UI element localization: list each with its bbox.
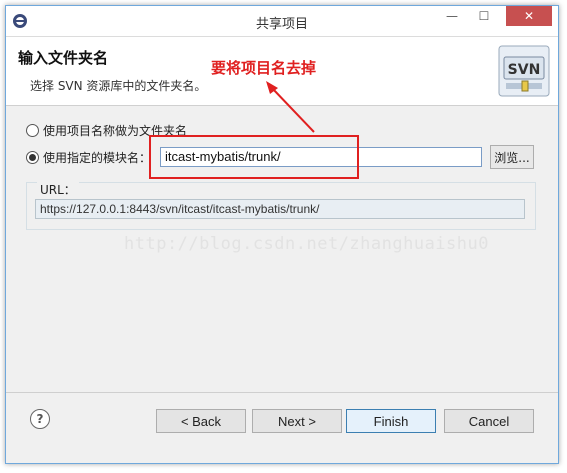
close-button[interactable]: ✕ — [506, 6, 552, 26]
svn-logo-icon: SVN — [498, 45, 550, 97]
url-label: URL： — [37, 181, 79, 198]
page-title: 输入文件夹名 — [18, 49, 109, 67]
wizard-header: 输入文件夹名 选择 SVN 资源库中的文件夹名。 要将项目名去掉 SVN — [6, 37, 558, 106]
cancel-button[interactable]: Cancel — [444, 409, 534, 433]
annotation-text: 要将项目名去掉 — [211, 59, 317, 77]
page-description: 选择 SVN 资源库中的文件夹名。 — [30, 79, 207, 93]
radio-use-module-name[interactable] — [26, 150, 39, 164]
button-bar-separator — [6, 392, 558, 393]
url-field: https://127.0.0.1:8443/svn/itcast/itcast… — [35, 199, 525, 219]
share-project-dialog: 共享项目 — ☐ ✕ 输入文件夹名 选择 SVN 资源库中的文件夹名。 要将项目… — [5, 5, 559, 464]
option-use-module-name-label: 使用指定的模块名： — [43, 150, 152, 165]
browse-button[interactable]: 浏览... — [490, 145, 534, 169]
maximize-button[interactable]: ☐ — [470, 6, 498, 26]
back-button[interactable]: < Back — [156, 409, 246, 433]
title-bar: 共享项目 — ☐ ✕ — [6, 6, 558, 37]
watermark: http://blog.csdn.net/zhanghuaishu0 — [124, 234, 489, 254]
finish-button[interactable]: Finish — [346, 409, 436, 433]
radio-use-project-name[interactable] — [26, 123, 39, 137]
next-button[interactable]: Next > — [252, 409, 342, 433]
option-use-module-name[interactable]: 使用指定的模块名： — [26, 148, 151, 166]
svn-logo-text: SVN — [508, 62, 541, 78]
url-group: URL： https://127.0.0.1:8443/svn/itcast/i… — [26, 181, 536, 230]
minimize-button[interactable]: — — [438, 6, 466, 26]
highlight-box — [149, 135, 359, 179]
help-icon[interactable]: ? — [30, 409, 50, 429]
